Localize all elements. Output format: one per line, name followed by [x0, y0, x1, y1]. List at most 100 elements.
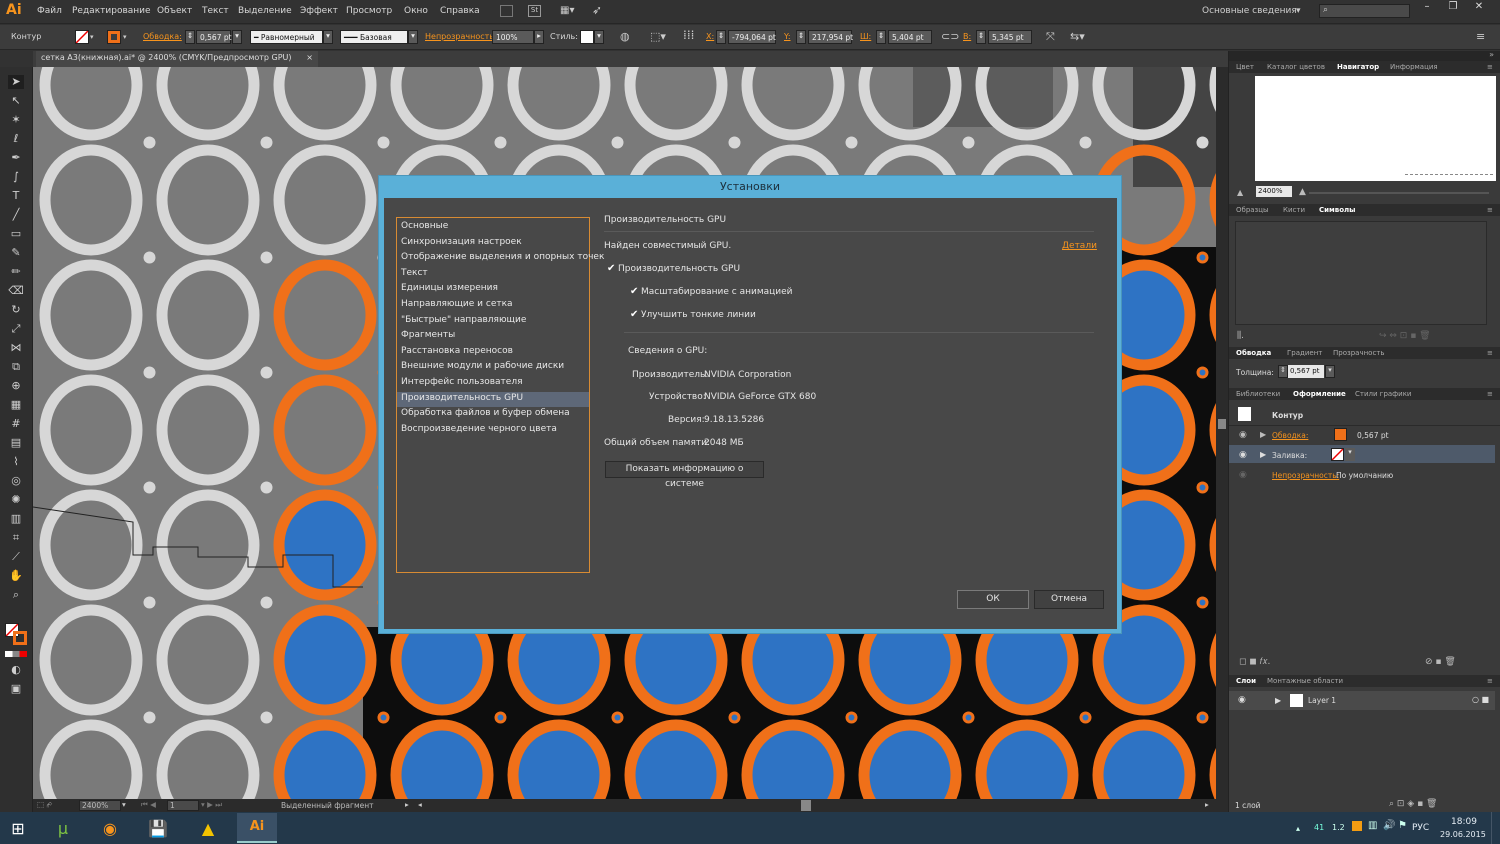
stroke-swatch[interactable] — [107, 30, 121, 44]
chevron-down-icon[interactable]: ▾ — [1325, 365, 1335, 378]
chevron-down-icon[interactable]: ▾ — [1345, 448, 1355, 461]
chevron-down-icon[interactable]: ▾ — [123, 33, 127, 41]
x-label[interactable]: X: — [706, 32, 714, 41]
volume-icon[interactable]: 🔊 — [1383, 820, 1395, 831]
language-indicator[interactable]: РУС — [1412, 823, 1429, 833]
stroke-weight-dropdown[interactable]: ▾ — [232, 30, 242, 44]
arrange-docs-icon[interactable]: ▦▾ — [560, 5, 578, 17]
color-mode-icon[interactable] — [5, 651, 27, 657]
transform-icon[interactable]: ⤧ — [1046, 30, 1055, 44]
symbol-actions-icons[interactable]: ↪ ⇔ ⊡ ▪ 🗑 — [1379, 331, 1431, 341]
windows-start-icon[interactable]: ⊞ — [0, 815, 36, 843]
selection-tool-icon[interactable]: ➤ — [8, 75, 24, 89]
tab-info[interactable]: Информация — [1390, 63, 1438, 71]
eye-icon[interactable]: ◉ — [1239, 470, 1247, 480]
category-item[interactable]: Текст — [397, 267, 589, 282]
x-stepper[interactable]: ⇕ — [716, 30, 726, 44]
zoom-field[interactable]: 2400% — [79, 800, 121, 811]
close-tab-icon[interactable]: × — [306, 53, 313, 62]
tab-gradient[interactable]: Градиент — [1287, 349, 1322, 357]
chevron-right-icon[interactable]: ▸ — [405, 800, 409, 809]
menu-file[interactable]: Файл — [37, 6, 62, 16]
chevron-down-icon[interactable]: ▾ — [1296, 6, 1301, 16]
appearance-fill-row[interactable] — [1229, 445, 1495, 463]
tab-layers[interactable]: Слои — [1236, 677, 1256, 685]
category-item[interactable]: Обработка файлов и буфер обмена — [397, 407, 589, 422]
navigator-preview[interactable] — [1255, 76, 1496, 181]
artboard-tool-icon[interactable]: ⌗ — [8, 531, 24, 545]
stroke-weight-field[interactable]: 0,567 pt — [196, 30, 232, 44]
weight-field[interactable]: 0,567 pt — [1288, 365, 1324, 378]
shape-builder-tool-icon[interactable]: ⊕ — [8, 379, 24, 393]
show-desktop-button[interactable] — [1491, 812, 1500, 844]
chevron-down-icon[interactable]: ▾ — [122, 800, 126, 809]
tab-graphic-styles[interactable]: Стили графики — [1355, 390, 1412, 398]
layers-actions-icons[interactable]: ⌕ ⊡ ◈ ▪ 🗑 — [1389, 799, 1437, 809]
eye-icon[interactable]: ◉ — [1238, 695, 1246, 705]
vertical-scrollbar[interactable] — [1216, 67, 1228, 799]
tab-libraries[interactable]: Библиотеки — [1236, 390, 1280, 398]
chevron-down-icon[interactable]: ▾ — [90, 33, 94, 41]
stroke-label[interactable]: Обводка: — [143, 32, 182, 41]
category-item-selected[interactable]: Производительность GPU — [397, 391, 589, 407]
direct-selection-tool-icon[interactable]: ↖ — [8, 94, 24, 108]
x-field[interactable]: -794,064 pt — [728, 30, 776, 44]
h-label[interactable]: В: — [963, 32, 971, 41]
constrain-link-icon[interactable]: ⊂⊃ — [941, 30, 959, 43]
scroll-right-icon[interactable]: ▸ — [1205, 800, 1209, 809]
menu-view[interactable]: Просмотр — [346, 6, 392, 16]
lasso-tool-icon[interactable]: ℓ — [8, 132, 24, 146]
search-input[interactable]: ⌕ — [1319, 4, 1410, 18]
artboard-number-field[interactable]: 1 — [167, 800, 199, 811]
category-item[interactable]: Отображение выделения и опорных точек — [397, 251, 604, 266]
y-label[interactable]: Y: — [784, 32, 791, 41]
rectangle-tool-icon[interactable]: ▭ — [8, 227, 24, 241]
symbol-sprayer-tool-icon[interactable]: ✺ — [8, 493, 24, 507]
appearance-fill-label[interactable]: Заливка: — [1272, 451, 1307, 460]
eyedropper-tool-icon[interactable]: ⌇ — [8, 455, 24, 469]
horizontal-scroll-thumb[interactable] — [801, 800, 811, 811]
tab-appearance[interactable]: Оформление — [1293, 390, 1346, 398]
expand-arrow-icon[interactable]: ▶ — [1260, 430, 1266, 439]
align-icon[interactable]: ⬚▾ — [650, 30, 666, 43]
clock-time[interactable]: 18:09 — [1451, 817, 1477, 827]
tray-app-icon[interactable] — [1352, 821, 1362, 831]
fill-swatch[interactable] — [75, 30, 89, 44]
category-item[interactable]: Расстановка переносов — [397, 345, 589, 360]
brush-dropdown[interactable]: ━━━ Базовая — [340, 30, 408, 44]
column-graph-tool-icon[interactable]: ▥ — [8, 512, 24, 526]
firefox-icon[interactable]: ◉ — [92, 815, 128, 843]
checkbox-thin-lines[interactable]: ✔ — [630, 310, 639, 320]
show-system-info-button[interactable]: Показать информацию о системе — [605, 461, 764, 489]
draw-mode-icon[interactable]: ◐ — [8, 663, 24, 677]
tab-swatches[interactable]: Образцы — [1236, 206, 1269, 214]
opacity-label[interactable]: Непрозрачность: — [425, 32, 497, 41]
collapse-icon[interactable]: » — [1489, 50, 1494, 59]
symbol-libraries-icon[interactable]: ⫼. — [1237, 331, 1244, 341]
eraser-tool-icon[interactable]: ⌫ — [8, 284, 24, 298]
category-item[interactable]: Единицы измерения — [397, 282, 589, 297]
perspective-grid-tool-icon[interactable]: ▦ — [8, 398, 24, 412]
category-item[interactable]: Интерфейс пользователя — [397, 376, 589, 391]
ok-button[interactable]: ОК — [957, 590, 1029, 609]
tab-navigator[interactable]: Навигатор — [1337, 63, 1379, 71]
chevron-right-icon[interactable]: ▸ — [534, 30, 544, 44]
gradient-tool-icon[interactable]: ▤ — [8, 436, 24, 450]
save-app-icon[interactable]: 💾 — [140, 815, 176, 843]
layer-row[interactable] — [1229, 691, 1495, 710]
category-item[interactable]: Основные — [397, 220, 589, 235]
y-field[interactable]: 217,954 pt — [808, 30, 853, 44]
prev-artboard-icon[interactable]: ⏮ ◀ — [141, 800, 156, 810]
menu-help[interactable]: Справка — [440, 6, 480, 16]
panel-menu-icon[interactable]: ≡ — [1487, 390, 1493, 398]
paintbrush-tool-icon[interactable]: ✎ — [8, 246, 24, 260]
slice-tool-icon[interactable]: ⟋ — [8, 550, 24, 564]
chevron-down-icon[interactable]: ▾ — [323, 30, 333, 44]
chevron-down-icon[interactable]: ▾ — [408, 30, 418, 44]
screen-mode-icon[interactable]: ▣ — [8, 682, 24, 696]
appearance-stroke-label[interactable]: Обводка: — [1272, 431, 1308, 440]
curvature-tool-icon[interactable]: ∫ — [8, 170, 24, 184]
appearance-footer-icons[interactable]: ◻ ◼ 𝑓𝑥. — [1239, 657, 1270, 667]
style-swatch[interactable] — [580, 30, 594, 44]
category-item[interactable]: "Быстрые" направляющие — [397, 314, 589, 329]
